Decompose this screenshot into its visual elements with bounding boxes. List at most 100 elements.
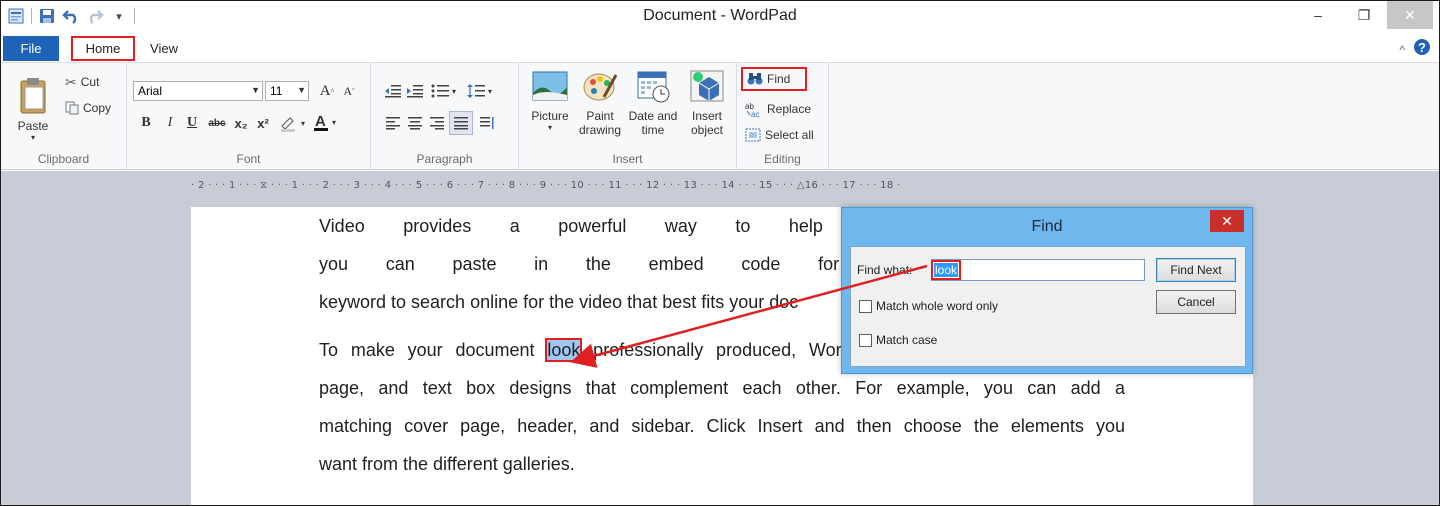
superscript-button[interactable]: x² [253,113,273,133]
clipboard-group-label: Clipboard [37,152,90,166]
tab-home[interactable]: Home [71,36,135,61]
date-time-label-1: Date and [628,109,678,123]
find-what-label: Find what: [857,263,913,277]
font-group-label: Font [236,152,261,166]
svg-text:▾: ▾ [301,119,305,128]
find-what-value: look [930,260,962,280]
cancel-button[interactable]: Cancel [1156,290,1236,314]
ribbon-tabs: File Home View ^ ? [1,36,1439,61]
find-dialog-title: Find [1031,218,1063,235]
font-family-select[interactable]: Arial ▼ [133,81,263,101]
wordpad-window: ▾ Document - WordPad – ❐ ✕ File Home Vie… [0,0,1440,506]
svg-text:▾: ▾ [452,87,456,96]
copy-button[interactable]: Copy [65,99,111,117]
picture-label: Picture [531,109,569,123]
svg-text:ac: ac [751,110,759,117]
text-run: To make your document [319,340,548,360]
find-button[interactable]: Find [741,67,807,91]
match-case-label: Match case [876,333,938,347]
underline-button[interactable]: U [183,113,201,133]
cut-label: Cut [80,75,100,89]
font-size-select[interactable]: 11 ▼ [265,81,309,101]
chevron-down-icon: ▼ [297,85,306,95]
align-left-icon[interactable] [383,113,403,133]
tab-file[interactable]: File [3,36,59,61]
svg-text:▾: ▾ [488,87,492,96]
align-right-icon[interactable] [427,113,447,133]
window-title: Document - WordPad [643,7,797,24]
checkbox-box[interactable] [859,299,872,313]
insert-group: Picture ▾ Paint drawing Date and time In… [519,63,737,170]
close-icon[interactable]: ✕ [1387,1,1433,29]
select-all-icon [745,128,761,142]
copy-label: Copy [83,101,112,115]
line-spacing-icon[interactable]: ▾ [465,81,495,101]
replace-button[interactable]: ab ac Replace [745,99,811,119]
tab-view[interactable]: View [143,36,185,61]
select-all-button[interactable]: Select all [745,125,814,145]
svg-text:▾: ▾ [332,118,336,127]
bullet-list-icon[interactable]: ▾ [429,81,459,101]
font-family-value: Arial [138,84,163,98]
replace-icon: abac [745,102,759,117]
picture-button[interactable]: Picture ▾ [527,69,573,149]
text-line: matching cover page, header, and sidebar… [319,416,1125,436]
help-icon[interactable]: ? [1413,38,1431,61]
ribbon: Paste ▾ ✂ Cut Copy Clipboard Arial ▼ 11 … [1,62,1439,170]
match-whole-word-checkbox[interactable]: Match whole word only [859,299,998,313]
paint-palette-icon [583,73,618,101]
italic-button[interactable]: I [161,113,179,133]
binoculars-icon [747,73,763,85]
insert-object-label-1: Insert [691,109,722,123]
scissors-icon: ✂ [65,73,77,90]
select-all-label: Select all [765,128,814,142]
bold-button[interactable]: B [137,113,155,133]
paragraph-group: ▾ ▾ Paragraph [371,63,519,170]
find-label: Find [767,72,791,86]
find-next-button[interactable]: Find Next [1156,258,1236,282]
align-center-icon[interactable] [405,113,425,133]
svg-text:A: A [315,113,326,130]
text-line: want from the different galleries. [319,454,575,474]
justify-icon[interactable] [449,111,473,135]
match-case-checkbox[interactable]: Match case [859,333,937,347]
find-what-input[interactable]: look [930,259,1145,281]
find-dialog-body: Find what: look Find Next Cancel Match w… [850,246,1246,367]
strikethrough-button[interactable]: abc [205,113,229,133]
dialog-close-icon[interactable]: ✕ [1210,210,1244,232]
minimize-icon[interactable]: – [1295,1,1341,29]
clipboard-group: Paste ▾ ✂ Cut Copy Clipboard [1,63,127,170]
horizontal-ruler[interactable]: · 2 · · · 1 · · · ⧖ · · · 1 · · · 2 · · … [191,180,1253,194]
match-whole-word-label: Match whole word only [876,299,999,313]
subscript-button[interactable]: x₂ [231,113,251,133]
grow-font-button[interactable]: A ^ [317,81,337,101]
title-bar: ▾ Document - WordPad – ❐ ✕ [1,0,1439,30]
restore-icon[interactable]: ❐ [1341,1,1387,29]
highlighter-icon: ▾ [281,117,305,132]
text-line: page, and text box designs that compleme… [319,378,1125,398]
editing-group-label: Editing [764,152,801,166]
search-result-highlight: look [545,338,583,362]
shrink-font-button[interactable]: Aˇ [339,81,359,101]
checkbox-box[interactable] [859,333,872,347]
insert-object-label-2: object [690,123,724,137]
paint-drawing-button[interactable]: Paint drawing [577,69,623,149]
paragraph-settings-icon[interactable] [477,113,497,133]
decrease-indent-icon[interactable] [383,81,403,101]
calendar-clock-icon [637,71,670,103]
replace-label: Replace [767,102,812,116]
date-time-button[interactable]: Date and time [627,69,679,149]
highlight-color-button[interactable]: ▾ [277,113,307,133]
insert-object-button[interactable]: Insert object [683,69,731,149]
editing-group: Find ab ac Replace Select all Editing [737,63,829,170]
cut-button[interactable]: ✂ Cut [65,73,99,91]
increase-indent-icon[interactable] [405,81,425,101]
chevron-down-icon: ▾ [547,123,552,132]
picture-icon [532,71,568,101]
paste-button[interactable]: Paste ▾ [7,69,59,149]
minimize-ribbon-icon[interactable]: ^ [1399,43,1405,57]
paint-label-1: Paint [586,109,614,123]
font-group: Arial ▼ 11 ▼ A ^ Aˇ B I U abc x₂ x² ▾ A ▾ … [127,63,371,170]
text-color-button[interactable]: A ▾ [311,113,341,133]
paste-icon [20,77,46,113]
